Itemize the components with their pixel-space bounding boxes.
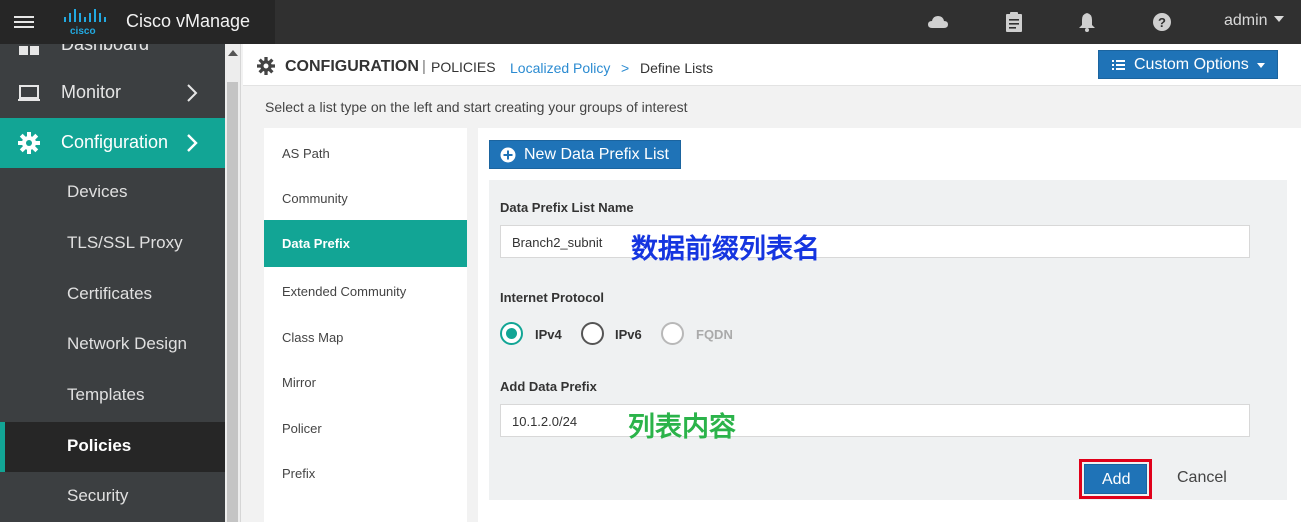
sidebar-item-label: Monitor [61,82,122,102]
gear-icon [18,132,40,154]
username: admin [1224,12,1268,29]
cisco-logo: cisco [64,9,106,36]
sidebar-item-templates[interactable]: Templates [0,371,225,421]
sidebar-item-monitor[interactable]: Monitor [0,68,225,118]
sidebar-scrollbar[interactable] [225,44,241,522]
sidebar-item-dashboard[interactable]: Dashboard [0,44,225,70]
monitor-icon [18,85,40,101]
new-data-prefix-list-button[interactable]: New Data Prefix List [489,140,681,169]
help-icon[interactable]: ? [1151,12,1173,32]
page-section-title: CONFIGURATION [285,58,419,75]
list-type-extended-community[interactable]: Extended Community [264,268,467,314]
chevron-down-icon [1273,16,1284,22]
sidebar-item-tls-ssl-proxy[interactable]: TLS/SSL Proxy [0,219,225,269]
sidebar-item-network-design[interactable]: Network Design [0,320,225,370]
brand-area: cisco Cisco vManage [0,0,275,44]
page-header: CONFIGURATION | POLICIES Localized Polic… [243,44,1301,86]
breadcrumb-current: Define Lists [640,60,714,76]
list-type-label: Data Prefix [282,236,350,251]
data-prefix-value: 10.1.2.0/24 [512,414,578,429]
sidebar-item-label: Certificates [67,284,153,303]
list-type-label: Class Map [282,330,344,345]
hamburger-menu-icon[interactable] [14,13,34,31]
scroll-up-arrow-icon[interactable] [228,50,238,56]
gear-icon [257,57,275,75]
list-type-mirror[interactable]: Mirror [264,359,467,405]
radio-fqdn [661,322,684,345]
sidebar: Dashboard Monitor Configuration Devices … [0,44,225,522]
breadcrumb-localized-policy[interactable]: Localized Policy [510,60,610,76]
sidebar-item-label: Security [67,486,129,505]
app-title: Cisco vManage [126,11,251,31]
add-data-prefix-label: Add Data Prefix [500,379,597,394]
sidebar-item-configuration[interactable]: Configuration [0,118,225,168]
chevron-down-icon [1257,63,1265,68]
list-icon [1112,60,1125,70]
user-menu[interactable]: admin [1224,12,1284,30]
sidebar-item-label: Network Design [67,334,187,353]
cancel-button[interactable]: Cancel [1177,469,1227,487]
sidebar-item-label: TLS/SSL Proxy [67,233,183,252]
list-type-label: Community [282,191,348,206]
list-type-label: Mirror [282,375,316,390]
sidebar-item-label: Devices [67,182,128,201]
add-button[interactable]: Add [1084,464,1147,494]
list-type-label: Prefix [282,466,316,481]
custom-options-label: Custom Options [1134,56,1249,73]
clipboard-icon[interactable] [1003,12,1025,32]
list-name-value: Branch2_subnit [512,235,603,250]
list-name-annotation: 数据前缀列表名 [631,234,820,264]
radio-ipv6-label[interactable]: IPv6 [615,327,642,342]
dashboard-icon [19,46,39,55]
add-button-label: Add [1102,471,1131,488]
radio-fqdn-label: FQDN [696,327,733,342]
page-title: POLICIES [431,59,496,75]
list-type-policer[interactable]: Policer [264,405,467,451]
list-type-prefix[interactable]: Prefix [264,450,467,496]
internet-protocol-label: Internet Protocol [500,290,605,305]
sidebar-item-security[interactable]: Security [0,472,225,522]
plus-circle-icon [500,147,516,163]
svg-text:cisco: cisco [70,26,96,36]
sidebar-item-label: Configuration [61,132,169,152]
custom-options-button[interactable]: Custom Options [1098,50,1278,79]
breadcrumb-separator: > [621,60,630,76]
list-type-label: AS Path [282,146,330,161]
title-separator: | [422,58,426,75]
list-type-panel: AS Path Community Data Prefix Extended C… [264,128,467,522]
bell-icon[interactable] [1076,12,1098,32]
chevron-right-icon [187,134,198,152]
sidebar-item-certificates[interactable]: Certificates [0,270,225,320]
data-prefix-input[interactable]: 10.1.2.0/24 [500,404,1250,437]
radio-ipv4[interactable] [500,322,523,345]
sidebar-item-label: Dashboard [61,44,150,54]
chevron-right-icon [187,84,198,102]
cloud-icon[interactable] [927,12,949,32]
list-type-label: Extended Community [282,284,407,299]
list-type-data-prefix[interactable]: Data Prefix [264,220,467,267]
sidebar-item-label: Templates [67,385,145,404]
radio-ipv6[interactable] [581,322,604,345]
list-type-community[interactable]: Community [264,175,467,221]
instruction-text: Select a list type on the left and start… [265,99,688,115]
sidebar-item-devices[interactable]: Devices [0,168,225,218]
new-data-prefix-list-label: New Data Prefix List [524,146,669,163]
list-name-label: Data Prefix List Name [500,200,634,215]
list-name-input[interactable]: Branch2_subnit [500,225,1250,258]
data-prefix-annotation: 列表内容 [628,412,736,442]
scrollbar-thumb[interactable] [227,82,238,522]
list-type-label: Policer [282,421,322,436]
svg-text:?: ? [1158,15,1166,30]
list-type-as-path[interactable]: AS Path [264,130,467,176]
sidebar-item-label: Policies [67,436,132,455]
top-bar: cisco Cisco vManage ? admin [0,0,1301,44]
sidebar-item-policies[interactable]: Policies [0,422,225,472]
list-type-class-map[interactable]: Class Map [264,314,467,360]
radio-ipv4-label[interactable]: IPv4 [535,327,562,342]
